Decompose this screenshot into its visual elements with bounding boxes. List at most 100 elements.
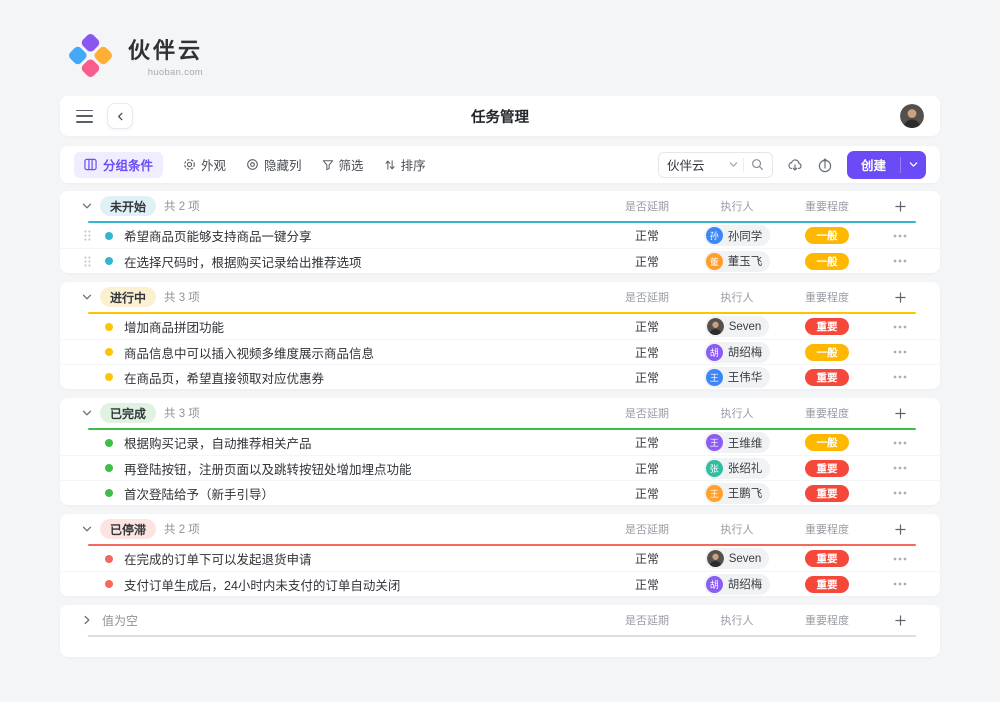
task-title[interactable]: 希望商品页能够支持商品一键分享 — [118, 226, 602, 245]
assignee[interactable]: 张 张绍礼 — [704, 458, 771, 479]
assignee-name: Seven — [729, 553, 762, 565]
assignee[interactable]: Seven — [705, 316, 770, 337]
group-collapse-chevron[interactable] — [74, 201, 100, 211]
assignee[interactable]: 王 王维维 — [704, 432, 771, 453]
task-title[interactable]: 支付订单生成后，24小时内未支付的订单自动关闭 — [118, 575, 602, 594]
task-title[interactable]: 在完成的订单下可以发起退货申请 — [118, 549, 602, 568]
assignee[interactable]: 董 董玉飞 — [704, 251, 771, 272]
group-collapse-chevron[interactable] — [74, 292, 100, 302]
user-avatar[interactable] — [900, 104, 924, 128]
kanban-icon — [84, 158, 97, 171]
task-title[interactable]: 根据购买记录，自动推荐相关产品 — [118, 433, 602, 452]
column-header-priority: 重要程度 — [782, 198, 872, 214]
task-title[interactable]: 在商品页，希望直接领取对应优惠券 — [118, 368, 602, 387]
add-column-button[interactable] — [872, 524, 928, 535]
priority-badge: 重要 — [805, 460, 849, 477]
task-row[interactable]: 商品信息中可以插入视频多维度展示商品信息 正常 胡 胡绍梅 一般 — [60, 339, 940, 364]
column-header-priority: 重要程度 — [782, 405, 872, 421]
add-column-button[interactable] — [872, 408, 928, 419]
task-row[interactable]: 首次登陆给予（新手引导） 正常 王 王鹏飞 重要 — [60, 480, 940, 505]
create-dropdown-caret[interactable] — [901, 151, 926, 179]
column-header-assignee: 执行人 — [692, 289, 782, 305]
more-actions-button[interactable] — [872, 582, 928, 586]
group-condition-label: 分组条件 — [103, 155, 153, 174]
import-button[interactable] — [787, 157, 803, 173]
task-row[interactable]: 在商品页，希望直接领取对应优惠券 正常 王 王伟华 重要 — [60, 364, 940, 389]
workspace-select[interactable]: 伙伴云 — [658, 152, 773, 178]
add-column-button[interactable] — [872, 201, 928, 212]
task-row[interactable]: 在选择尺码时，根据购买记录给出推荐选项 正常 董 董玉飞 一般 — [60, 248, 940, 273]
group-collapse-chevron[interactable] — [74, 524, 100, 534]
more-actions-button[interactable] — [872, 375, 928, 379]
eye-icon — [246, 158, 259, 171]
appearance-button[interactable]: 外观 — [183, 155, 226, 174]
assignee[interactable]: Seven — [705, 548, 770, 569]
assignee-name: 董玉飞 — [728, 253, 763, 269]
assignee[interactable]: 孙 孙同学 — [704, 225, 771, 246]
task-title[interactable]: 首次登陆给予（新手引导） — [118, 484, 602, 503]
assignee-avatar: 胡 — [706, 576, 723, 593]
filter-button[interactable]: 筛选 — [322, 155, 364, 174]
menu-icon[interactable] — [76, 110, 93, 123]
more-actions-button[interactable] — [872, 350, 928, 354]
task-group: 值为空 是否延期 执行人 重要程度 — [60, 605, 940, 657]
more-actions-button[interactable] — [872, 325, 928, 329]
task-group: 已停滞 共 2 项 是否延期 执行人 重要程度 在完成的订单下可以发起退货申请 … — [60, 514, 940, 596]
more-actions-button[interactable] — [872, 234, 928, 238]
add-column-button[interactable] — [872, 615, 928, 626]
search-icon[interactable] — [751, 158, 764, 171]
assignee[interactable]: 王 王鹏飞 — [704, 483, 771, 504]
create-button-label[interactable]: 创建 — [847, 151, 900, 179]
task-title[interactable]: 在选择尺码时，根据购买记录给出推荐选项 — [118, 252, 602, 271]
task-row[interactable]: 希望商品页能够支持商品一键分享 正常 孙 孙同学 一般 — [60, 223, 940, 248]
assignee-name: 王伟华 — [728, 369, 763, 385]
assignee[interactable]: 胡 胡绍梅 — [704, 574, 771, 595]
delay-status: 正常 — [602, 576, 692, 593]
drag-handle-icon[interactable] — [74, 230, 100, 241]
drag-handle-icon[interactable] — [74, 256, 100, 267]
group-collapse-chevron[interactable] — [74, 408, 100, 418]
group-collapse-chevron[interactable] — [74, 615, 100, 625]
hidden-columns-button[interactable]: 隐藏列 — [246, 155, 302, 174]
group-header: 未开始 共 2 项 是否延期 执行人 重要程度 — [60, 191, 940, 221]
delay-status: 正常 — [602, 253, 692, 270]
more-actions-button[interactable] — [872, 491, 928, 495]
task-title[interactable]: 再登陆按钮，注册页面以及跳转按钮处增加埋点功能 — [118, 459, 602, 478]
group-rows: 在完成的订单下可以发起退货申请 正常 Seven 重要 支付订单生成后，24小时… — [60, 546, 940, 596]
appearance-label: 外观 — [201, 155, 226, 174]
ellipsis-icon — [893, 557, 907, 561]
status-dot — [105, 489, 113, 497]
task-row[interactable]: 再登陆按钮，注册页面以及跳转按钮处增加埋点功能 正常 张 张绍礼 重要 — [60, 455, 940, 480]
assignee[interactable]: 胡 胡绍梅 — [704, 342, 771, 363]
delay-status: 正常 — [602, 344, 692, 361]
group-header: 已完成 共 3 项 是否延期 执行人 重要程度 — [60, 398, 940, 428]
task-row[interactable]: 在完成的订单下可以发起退货申请 正常 Seven 重要 — [60, 546, 940, 571]
group-count: 共 2 项 — [164, 521, 200, 537]
assignee[interactable]: 王 王伟华 — [704, 367, 771, 388]
group-rows — [60, 637, 940, 657]
export-button[interactable] — [817, 157, 833, 173]
more-actions-button[interactable] — [872, 557, 928, 561]
assignee-avatar: 王 — [706, 485, 723, 502]
back-button[interactable] — [107, 103, 133, 129]
more-actions-button[interactable] — [872, 466, 928, 470]
task-row[interactable]: 增加商品拼团功能 正常 Seven 重要 — [60, 314, 940, 339]
create-button[interactable]: 创建 — [847, 151, 926, 179]
plus-icon — [895, 201, 906, 212]
brand-logo: 伙伴云 huoban.com — [60, 0, 940, 96]
task-title[interactable]: 商品信息中可以插入视频多维度展示商品信息 — [118, 343, 602, 362]
assignee-name: 王维维 — [728, 435, 763, 451]
status-dot — [105, 348, 113, 356]
priority-badge: 一般 — [805, 253, 849, 270]
more-actions-button[interactable] — [872, 441, 928, 445]
group-condition-button[interactable]: 分组条件 — [74, 152, 163, 178]
column-header-priority: 重要程度 — [782, 612, 872, 628]
group-name-badge: 未开始 — [100, 196, 156, 216]
more-actions-button[interactable] — [872, 259, 928, 263]
task-row[interactable]: 支付订单生成后，24小时内未支付的订单自动关闭 正常 胡 胡绍梅 重要 — [60, 571, 940, 596]
plus-icon — [895, 524, 906, 535]
sort-button[interactable]: 排序 — [384, 155, 426, 174]
task-title[interactable]: 增加商品拼团功能 — [118, 317, 602, 336]
task-row[interactable]: 根据购买记录，自动推荐相关产品 正常 王 王维维 一般 — [60, 430, 940, 455]
add-column-button[interactable] — [872, 292, 928, 303]
